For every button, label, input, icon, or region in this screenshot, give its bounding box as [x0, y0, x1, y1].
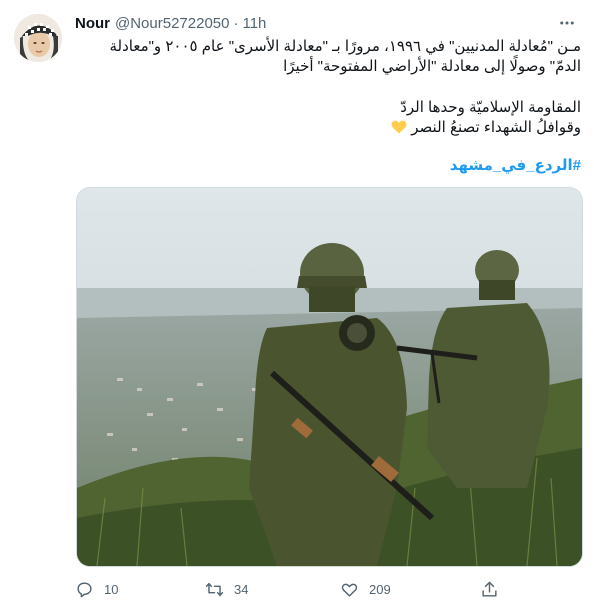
author-name[interactable]: Nour	[75, 15, 110, 32]
share-button[interactable]	[480, 576, 499, 602]
more-options-button[interactable]	[556, 12, 578, 34]
hashtag-link[interactable]: #الردع_في_مشهد	[75, 156, 581, 174]
more-icon	[560, 21, 574, 25]
soldiers-photo	[77, 188, 582, 566]
tweet-text-line-4-text: وقوافلُ الشهداء تصنعُ النصر	[411, 119, 581, 136]
like-button[interactable]: 209	[340, 576, 391, 602]
avatar[interactable]	[14, 14, 62, 62]
author-handle[interactable]: @Nour52722050	[115, 15, 229, 32]
share-icon	[482, 581, 497, 597]
tweet-card[interactable]: Nour @Nour52722050 · 11h مـن "مُعادلة ال…	[0, 0, 594, 608]
yellow-heart-icon	[391, 120, 407, 134]
reply-button[interactable]: 10	[75, 576, 118, 602]
retweet-button[interactable]: 34	[205, 576, 248, 602]
reply-count: 10	[104, 581, 119, 597]
reply-icon	[77, 581, 92, 597]
like-count: 209	[369, 581, 391, 597]
like-icon	[341, 583, 358, 597]
tweet-media-photo[interactable]	[76, 187, 583, 567]
tweet-text-line-1: مـن "مُعادلة المدنيين" في ١٩٩٦، مرورًا ب…	[109, 38, 581, 55]
avatar-image	[14, 14, 62, 62]
retweet-count: 34	[234, 581, 249, 597]
tweet-header: Nour @Nour52722050 · 11h	[75, 13, 266, 33]
tweet-text-line-2: الدمّ" وصولًا إلى معادلة "الأراضي المفتو…	[283, 58, 581, 75]
separator-dot: ·	[233, 14, 239, 32]
tweet-text-line-4: وقوافلُ الشهداء تصنعُ النصر	[75, 118, 581, 138]
tweet-actions-bar: 10 34 209	[75, 576, 515, 602]
tweet-timestamp[interactable]: 11h	[242, 15, 266, 32]
tweet-text-line-3: المقاومة الإسلاميّة وحدها الردّ	[400, 99, 581, 116]
retweet-icon	[205, 582, 224, 596]
